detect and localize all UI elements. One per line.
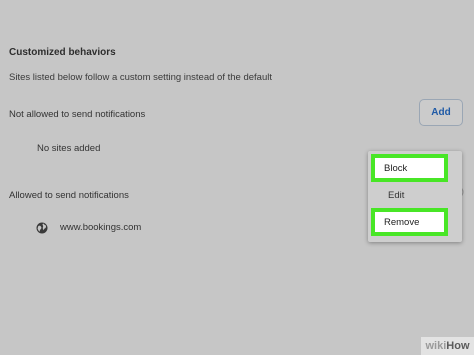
site-entry: www.bookings.com	[60, 222, 142, 233]
menu-item-remove[interactable]: Remove	[371, 208, 448, 236]
context-menu: Block Edit Remove	[368, 151, 462, 242]
section-description: Sites listed below follow a custom setti…	[9, 72, 272, 83]
add-button[interactable]: Add	[419, 99, 463, 126]
watermark-wiki: wiki	[425, 340, 447, 352]
menu-item-block[interactable]: Block	[371, 154, 448, 182]
watermark-logo: wiki How	[421, 337, 474, 355]
globe-icon	[36, 221, 48, 234]
section-title: Customized behaviors	[9, 47, 116, 58]
menu-item-edit[interactable]: Edit	[388, 190, 404, 201]
empty-list-text: No sites added	[37, 143, 101, 154]
allowed-label: Allowed to send notifications	[9, 190, 129, 201]
watermark-how: How	[446, 340, 470, 352]
blocked-label: Not allowed to send notifications	[9, 109, 146, 120]
